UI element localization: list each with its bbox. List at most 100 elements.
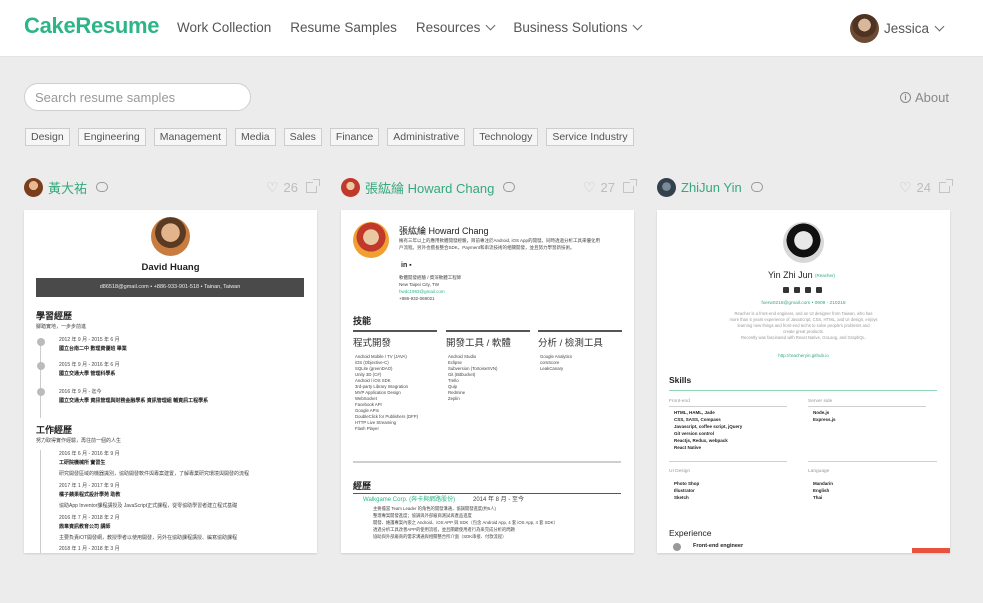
resume-name: 張紘綸 Howard Chang <box>399 226 489 236</box>
author-avatar[interactable] <box>341 177 360 197</box>
timeline-dot <box>37 338 45 346</box>
author-name[interactable]: 黃大祐 <box>48 178 87 197</box>
work-note: 協助App Inventor課程講授及 JavaScript正式課程，從零協助學… <box>59 503 238 509</box>
divider <box>669 390 937 391</box>
work-date: 2017 年 1 月 - 2017 年 9 月 <box>59 483 120 489</box>
resume-preview[interactable]: Yin Zhi Jun (Reacher) fxerw0218@gmail.co… <box>657 210 950 553</box>
like-count: 27 <box>600 179 615 195</box>
user-name: Jessica <box>884 21 930 36</box>
resume-card: 張紘綸 Howard Chang ♡ 27 張紘綸 Howard Chang 擁… <box>341 176 637 553</box>
nav-resources[interactable]: Resources <box>415 20 496 35</box>
tag-sales[interactable]: Sales <box>283 128 322 146</box>
resume-role: (Reacher) <box>815 273 836 278</box>
tag-management[interactable]: Management <box>153 128 228 146</box>
skill-item: HTTP Live Streaming <box>355 420 396 425</box>
nav-label: Resources <box>415 20 481 35</box>
edu-entry: 國立交通大學 資訊管理與財務金融學系 資訊管理組 輔資訊工程學系 <box>59 398 209 404</box>
cakeresume-logo[interactable]: CakeResume <box>24 13 160 39</box>
author-name[interactable]: 張紘綸 Howard Chang <box>365 178 494 197</box>
skill-column-title: 程式開發 <box>353 338 392 349</box>
author-avatar[interactable] <box>24 177 43 197</box>
resume-name: Yin Zhi Jun <box>768 270 813 280</box>
bio-line: Reacher is a front-end engineer, and an … <box>734 311 873 316</box>
nav-business-solutions[interactable]: Business Solutions <box>513 20 643 35</box>
skill-item: Redmine <box>448 390 466 395</box>
tag-administrative[interactable]: Administrative <box>387 128 466 146</box>
chat-icon[interactable] <box>96 182 109 192</box>
timeline-line <box>40 338 41 418</box>
exp-item: 協助與外部廠商的需求溝通與相關整合所介面（SDK串接、付款流程） <box>373 534 507 539</box>
author-avatar[interactable] <box>657 177 676 197</box>
divider <box>446 330 530 332</box>
tag-finance[interactable]: Finance <box>329 128 380 146</box>
resume-name: David Huang <box>141 262 200 273</box>
skill-item: MVP Application Design <box>355 390 401 395</box>
chat-icon[interactable] <box>750 182 763 192</box>
skill-item: comScore <box>540 360 560 365</box>
category-tags: Design Engineering Management Media Sale… <box>25 128 634 146</box>
github-icon <box>783 287 789 293</box>
section-title: 經歷 <box>353 481 372 491</box>
tag-technology[interactable]: Technology <box>473 128 539 146</box>
section-subtitle: 腳踏實地，一步步前進 <box>36 324 87 330</box>
skill-item: DoubleClick for Publishers (DFP) <box>355 414 419 419</box>
about-link[interactable]: i About <box>900 90 949 105</box>
skill-item: Mandarin <box>813 481 834 486</box>
author-name[interactable]: ZhiJun Yin <box>681 180 742 195</box>
skill-item: Flash Player <box>355 426 379 431</box>
heart-icon[interactable]: ♡ <box>266 180 279 194</box>
tag-service-industry[interactable]: Service Industry <box>546 128 634 146</box>
external-link-icon[interactable] <box>939 178 953 193</box>
exp-item: 整理專案開發進度；協調與外部廠商測試與產品進度 <box>373 513 472 518</box>
skill-item: Google Analytics <box>540 354 573 359</box>
edu-date: 2012 年 9 月 - 2015 年 6 月 <box>59 337 120 343</box>
timeline-dot <box>37 362 45 370</box>
like-count: 26 <box>283 179 298 195</box>
work-date: 2016 年 7 月 - 2018 年 2 月 <box>59 515 120 521</box>
skill-item: iOS (Objective-C) <box>355 360 389 365</box>
tag-design[interactable]: Design <box>25 128 70 146</box>
nav-resume-samples[interactable]: Resume Samples <box>290 20 397 35</box>
heart-icon[interactable]: ♡ <box>583 180 596 194</box>
skill-item: SQLite (greenDAO) <box>355 366 393 371</box>
skill-item: Android / iOS SDK <box>355 378 391 383</box>
work-date: 2016 年 6 月 - 2016 年 9 月 <box>59 451 120 457</box>
skill-item: Facebook API <box>355 402 382 407</box>
chat-icon[interactable] <box>503 182 516 192</box>
info-icon: i <box>900 92 912 103</box>
resume-photo <box>353 222 389 258</box>
skill-column-title: 分析 / 檢測工具 <box>538 338 603 349</box>
heart-icon[interactable]: ♡ <box>899 180 912 194</box>
skill-item: Trello <box>448 378 459 383</box>
resume-preview[interactable]: David Huang d86518@gmail.com • +886-933-… <box>24 210 317 553</box>
skill-item: Unity 3D (C#) <box>355 372 382 377</box>
tag-media[interactable]: Media <box>235 128 276 146</box>
skill-item: Zeplin <box>448 396 460 401</box>
chevron-down-icon <box>633 20 643 31</box>
nav-work-collection[interactable]: Work Collection <box>177 20 271 35</box>
top-nav-bar: CakeResume Work Collection Resume Sample… <box>0 0 983 57</box>
bio-line: create great products. <box>783 329 824 334</box>
resume-preview[interactable]: 張紘綸 Howard Chang 擁有三年以上的應用軟體開發經驗，目前專注於An… <box>341 210 634 553</box>
divider <box>808 461 937 462</box>
tag-engineering[interactable]: Engineering <box>77 128 146 146</box>
skill-item: LeakCanary <box>540 366 564 371</box>
skill-item: Android Studio <box>448 354 477 359</box>
work-entry: 工研院機械所 實習生 <box>59 460 106 466</box>
work-note: 主要負責iOT開發網，教授學者以使用開發，另外在協助課程講授、編寫協助課程 <box>59 535 238 541</box>
nav-label: Work Collection <box>177 20 272 35</box>
edu-date: 2015 年 9 月 - 2016 年 6 月 <box>59 362 120 368</box>
external-link-icon[interactable] <box>306 178 320 193</box>
skill-item: Android Mobile / TV (JAVA) <box>355 354 407 359</box>
divider <box>353 461 621 463</box>
skill-item: Sketch <box>674 495 689 500</box>
skill-item: Thai <box>813 495 823 500</box>
user-menu[interactable]: Jessica <box>850 14 945 43</box>
mail-icon <box>794 287 800 293</box>
card-stats: ♡ 24 <box>899 178 953 195</box>
card-header: 張紘綸 Howard Chang ♡ 27 <box>341 176 637 198</box>
external-link-icon[interactable] <box>623 178 637 193</box>
search-input[interactable] <box>24 83 251 111</box>
section-subtitle: 努力取得實作經驗，再往前一個的人生 <box>36 438 122 444</box>
card-stats: ♡ 26 <box>266 178 320 195</box>
